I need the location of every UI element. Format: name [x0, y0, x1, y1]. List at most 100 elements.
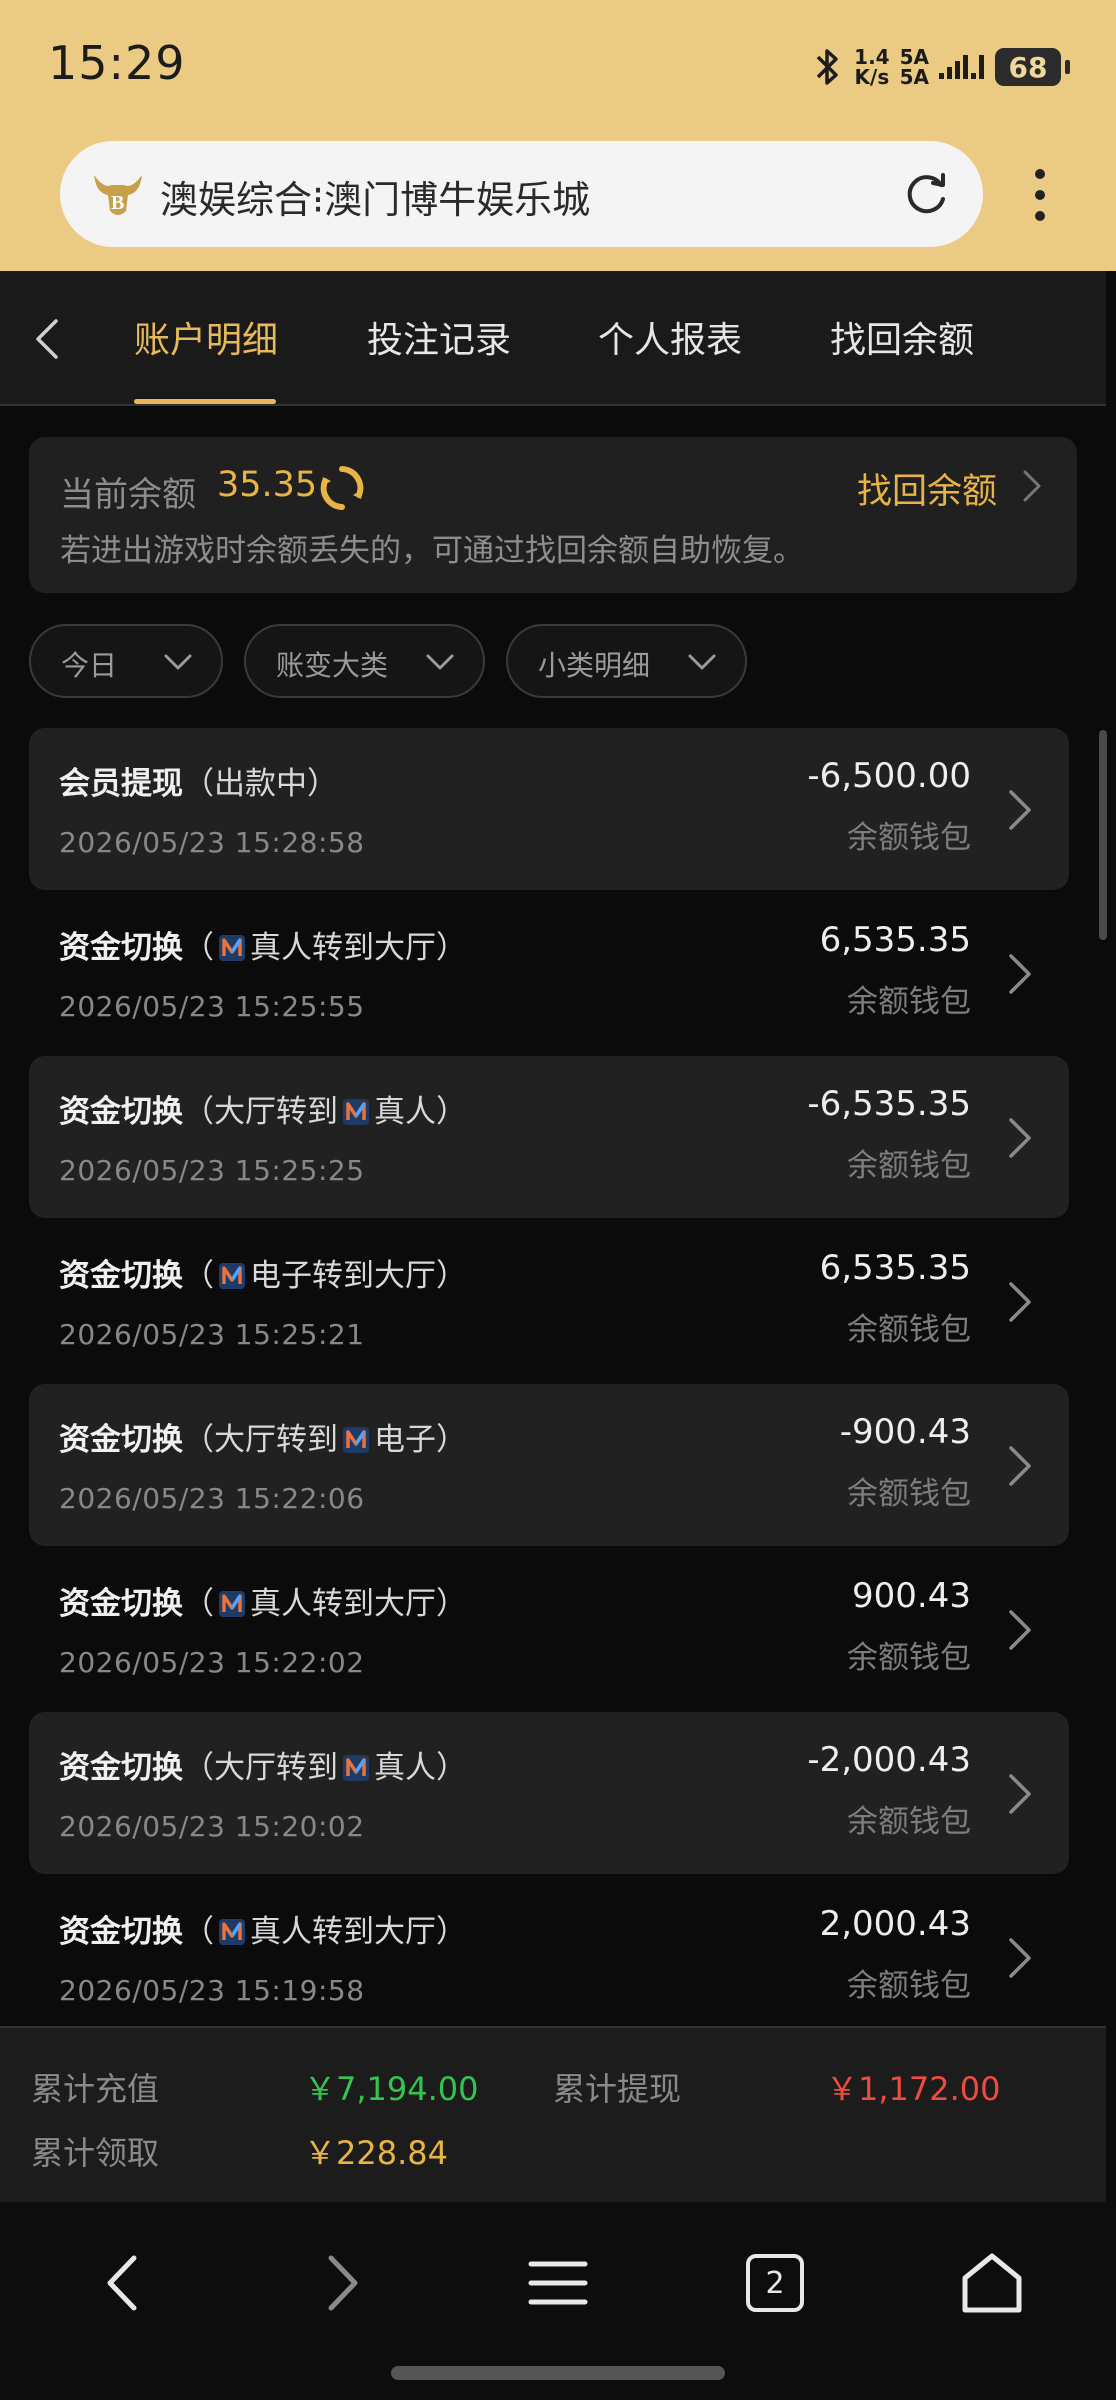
transaction-time: 2026/05/23 15:20:02	[59, 1810, 365, 1843]
app-root: 15:29 1.4 K/s 5A 5A 68 B 澳娱综合⁝澳门博牛娱乐城 账户…	[0, 0, 1116, 2400]
status-time: 15:29	[48, 36, 186, 90]
chevron-right-icon	[1009, 1938, 1031, 1978]
transaction-row[interactable]: 资金切换（ 真人转到大厅） 2026/05/23 15:25:55 6,535.3…	[29, 892, 1069, 1054]
address-text[interactable]: 澳娱综合⁝澳门博牛娱乐城	[160, 169, 900, 224]
transaction-type: 会员提现	[59, 766, 183, 802]
transaction-wallet: 余额钱包	[847, 1312, 971, 1348]
list-scrollbar[interactable]	[1099, 730, 1107, 940]
chevron-right-icon[interactable]	[1021, 469, 1043, 503]
transaction-row[interactable]: 资金切换（大厅转到 电子） 2026/05/23 15:22:06 -900.43…	[29, 1384, 1069, 1546]
transaction-title: 资金切换（大厅转到 电子）	[59, 1422, 467, 1458]
withdraw-total-label: 累计提现	[553, 2070, 682, 2108]
gesture-home-indicator[interactable]	[391, 2366, 725, 2380]
transaction-row[interactable]: 资金切换（ 电子转到大厅） 2026/05/23 15:25:21 6,535.3…	[29, 1220, 1069, 1382]
transaction-wallet: 余额钱包	[847, 984, 971, 1020]
forward-icon[interactable]	[305, 2248, 375, 2318]
transaction-detail: 真人转到大厅	[250, 930, 436, 966]
net-type-bottom: 5A	[899, 65, 929, 89]
transaction-wallet: 余额钱包	[847, 1476, 971, 1512]
transaction-title: 资金切换（ 真人转到大厅）	[59, 930, 467, 966]
tab-bet-records[interactable]: 投注记录	[367, 311, 511, 371]
status-indicators: 1.4 K/s 5A 5A 68	[810, 42, 1070, 92]
transaction-time: 2026/05/23 15:25:21	[59, 1318, 365, 1351]
category-filter-dropdown[interactable]: 账变大类	[244, 624, 485, 698]
provider-logo-icon	[219, 1591, 245, 1617]
balance-card: 当前余额 35.35 找回余额 若进出游戏时余额丢失的，可通过找回余额自助恢复。	[29, 437, 1077, 593]
chevron-right-icon	[1009, 1774, 1031, 1814]
provider-logo-icon	[219, 1263, 245, 1289]
transaction-row[interactable]: 会员提现（出款中） 2026/05/23 15:28:58 -6,500.00 …	[29, 728, 1069, 890]
home-icon[interactable]	[957, 2248, 1027, 2318]
chevron-right-icon	[1009, 954, 1031, 994]
transaction-title: 资金切换（ 真人转到大厅）	[59, 1586, 467, 1622]
transaction-type: 资金切换	[59, 1586, 183, 1622]
chevron-right-icon	[1009, 1118, 1031, 1158]
recharge-total-label: 累计充值	[31, 2070, 160, 2108]
transaction-row[interactable]: 资金切换（ 真人转到大厅） 2026/05/23 15:19:58 2,000.4…	[29, 1876, 1069, 2038]
transaction-amount: -2,000.43	[807, 1740, 971, 1780]
reload-icon[interactable]	[901, 169, 951, 219]
recover-balance-link[interactable]: 找回余额	[857, 463, 997, 514]
browser-chrome: 15:29 1.4 K/s 5A 5A 68 B 澳娱综合⁝澳门博牛娱乐城	[0, 0, 1116, 271]
status-bar: 15:29 1.4 K/s 5A 5A 68	[0, 0, 1116, 130]
summary-panel: 累计充值 ￥7,194.00 累计提现 ￥1,172.00 累计领取 ￥228.…	[0, 2026, 1106, 2202]
transaction-list: 会员提现（出款中） 2026/05/23 15:28:58 -6,500.00 …	[29, 728, 1069, 2040]
net-speed-value: 1.4	[854, 45, 890, 69]
transaction-time: 2026/05/23 15:22:02	[59, 1646, 365, 1679]
transaction-type: 资金切换	[59, 1258, 183, 1294]
transaction-wallet: 余额钱包	[847, 1148, 971, 1184]
transaction-detail: 真人转到大厅	[250, 1586, 436, 1622]
balance-label: 当前余额	[60, 475, 196, 515]
active-tab-indicator	[134, 399, 276, 404]
transaction-row[interactable]: 资金切换（ 真人转到大厅） 2026/05/23 15:22:02 900.43 …	[29, 1548, 1069, 1710]
transaction-row[interactable]: 资金切换（大厅转到 真人） 2026/05/23 15:20:02 -2,000.…	[29, 1712, 1069, 1874]
transaction-detail: 电子	[374, 1422, 436, 1458]
tabs-icon[interactable]: 2	[740, 2248, 810, 2318]
claim-total-value: ￥228.84	[304, 2134, 448, 2172]
provider-logo-icon	[343, 1755, 369, 1781]
battery-icon: 68	[995, 48, 1061, 86]
battery-level: 68	[1008, 50, 1048, 84]
back-chevron-icon[interactable]	[30, 317, 64, 361]
subcategory-filter-dropdown[interactable]: 小类明细	[506, 624, 747, 698]
transaction-time: 2026/05/23 15:22:06	[59, 1482, 365, 1515]
transaction-time: 2026/05/23 15:19:58	[59, 1974, 365, 2007]
transaction-time: 2026/05/23 15:25:25	[59, 1154, 365, 1187]
balance-value: 35.35	[217, 465, 318, 505]
transaction-row[interactable]: 资金切换（大厅转到 真人） 2026/05/23 15:25:25 -6,535.…	[29, 1056, 1069, 1218]
transaction-type: 资金切换	[59, 1914, 183, 1950]
back-icon[interactable]	[90, 2248, 160, 2318]
menu-icon[interactable]	[523, 2248, 593, 2318]
chevron-right-icon	[1009, 1282, 1031, 1322]
date-filter-dropdown[interactable]: 今日	[29, 624, 223, 698]
transaction-detail: 真人转到大厅	[250, 1914, 436, 1950]
transaction-title: 资金切换（ 电子转到大厅）	[59, 1258, 467, 1294]
svg-text:B: B	[111, 192, 124, 214]
address-bar[interactable]: B 澳娱综合⁝澳门博牛娱乐城	[60, 141, 983, 247]
more-icon[interactable]	[1022, 164, 1058, 226]
chevron-right-icon	[1009, 1610, 1031, 1650]
battery-nub	[1065, 60, 1070, 74]
provider-logo-icon	[343, 1427, 369, 1453]
tab-account-detail[interactable]: 账户明细	[134, 311, 278, 371]
transaction-type: 资金切换	[59, 1094, 183, 1130]
bluetooth-icon	[816, 49, 838, 85]
transaction-amount: 2,000.43	[819, 1904, 971, 1944]
chevron-down-icon	[164, 654, 192, 670]
refresh-balance-icon[interactable]	[319, 465, 365, 511]
transaction-amount: 900.43	[852, 1576, 971, 1616]
transaction-wallet: 余额钱包	[847, 820, 971, 856]
tab-recover-balance[interactable]: 找回余额	[830, 311, 974, 371]
chevron-down-icon	[688, 654, 716, 670]
tab-count: 2	[746, 2254, 804, 2312]
transaction-detail: 真人	[374, 1094, 436, 1130]
transaction-title: 资金切换（大厅转到 真人）	[59, 1094, 467, 1130]
transaction-detail: 真人	[374, 1750, 436, 1786]
transaction-title: 资金切换（ 真人转到大厅）	[59, 1914, 467, 1950]
transaction-detail-prefix: 大厅转到	[214, 1750, 338, 1786]
date-filter-label: 今日	[61, 649, 118, 682]
transaction-detail: 出款中	[214, 766, 307, 802]
chevron-right-icon	[1009, 790, 1031, 830]
balance-hint: 若进出游戏时余额丢失的，可通过找回余额自助恢复。	[60, 533, 804, 569]
tab-personal-report[interactable]: 个人报表	[598, 311, 742, 371]
